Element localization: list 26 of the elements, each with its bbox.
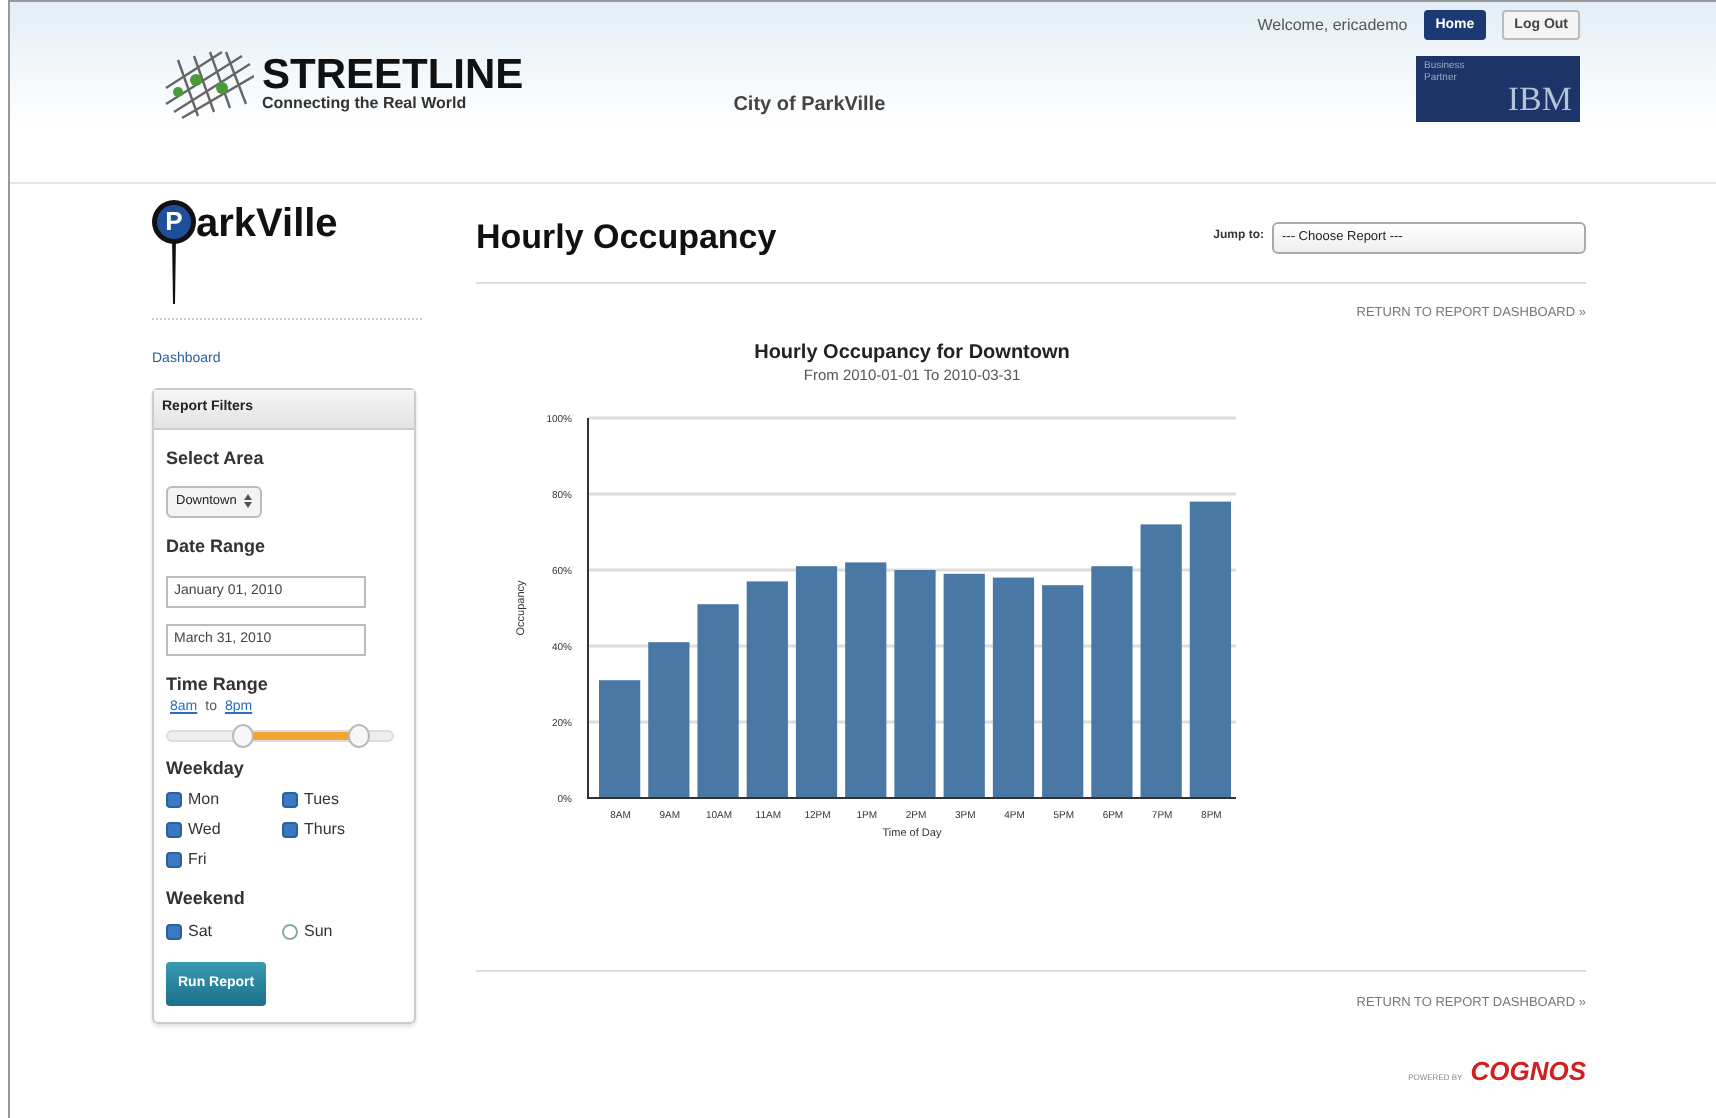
cognos-logo: COGNOS <box>1470 1058 1586 1084</box>
brand-name: STREETLINE <box>262 54 524 96</box>
field-label: Date Range <box>166 534 268 560</box>
day-checkbox[interactable]: Wed <box>166 818 258 842</box>
bar <box>599 680 641 799</box>
city-name: City of ParkVille <box>733 92 886 120</box>
day-checkbox[interactable]: Thurs <box>282 818 374 842</box>
grid-logo-icon <box>162 47 254 119</box>
range-slider[interactable] <box>166 729 394 741</box>
welcome-text: Welcome, ericademo <box>1257 13 1408 37</box>
slider-thumb[interactable] <box>231 723 254 747</box>
updown-caret-icon <box>244 494 253 509</box>
field-label: Weekend <box>166 886 247 912</box>
day-checkbox[interactable]: Tues <box>282 788 374 812</box>
slider-thumb[interactable] <box>348 723 371 747</box>
day-checkbox[interactable]: Fri <box>166 848 258 872</box>
chart-title: Hourly Occupancy for Downtown <box>754 342 1070 365</box>
field-label: Time Range <box>166 671 270 698</box>
parkville-logo-text: arkVille <box>196 204 338 244</box>
field-label: Weekday <box>166 755 246 782</box>
day-checkbox[interactable]: Sat <box>166 919 258 943</box>
day-checkbox[interactable]: Sun <box>282 919 374 943</box>
page-title: Hourly Occupancy <box>476 216 777 260</box>
field-label: Select Area <box>166 445 266 471</box>
day-checkbox[interactable]: Mon <box>166 788 258 812</box>
brand-tagline: Connecting the Real World <box>262 96 469 112</box>
